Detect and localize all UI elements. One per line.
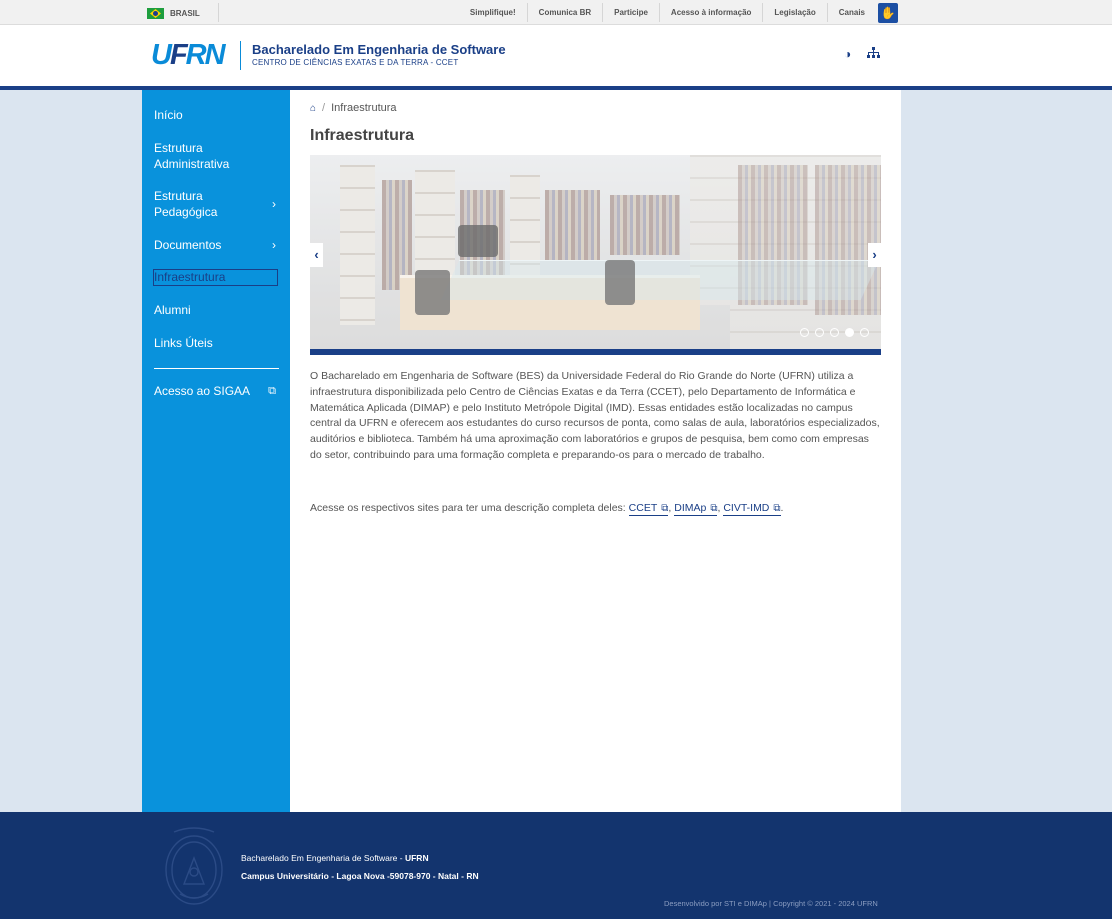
footer-ufrn: UFRN	[404, 853, 429, 863]
gov-link-simplifique[interactable]: Simplifique!	[459, 3, 527, 22]
carousel-dot-active[interactable]	[845, 328, 854, 337]
links-intro: Acesse os respectivos sites para ter uma…	[310, 502, 626, 514]
sidebar-item-label: Acesso ao SIGAA	[154, 384, 251, 398]
chevron-right-icon: ›	[272, 197, 276, 211]
sidebar-nav: Início Estrutura Administrativa Estrutur…	[142, 90, 290, 812]
brasil-label: BRASIL	[170, 9, 200, 18]
gov-link-acesso-informacao[interactable]: Acesso à informação	[658, 3, 762, 22]
sidebar-item-documentos[interactable]: Documentos ›	[154, 237, 278, 253]
sidebar-item-estrutura-administrativa[interactable]: Estrutura Administrativa	[154, 140, 244, 172]
sidebar-item-label: Alumni	[154, 303, 191, 317]
body-paragraph: O Bacharelado em Engenharia de Software …	[310, 370, 880, 461]
gov-divider	[218, 3, 219, 22]
sidebar-item-links-uteis[interactable]: Links Úteis	[154, 335, 278, 351]
contrast-icon[interactable]: ◑	[844, 47, 851, 61]
chevron-right-icon: ›	[272, 238, 276, 252]
link-civt-imd[interactable]: CIVT-IMD ⧉	[723, 502, 781, 516]
library-photo	[310, 155, 881, 349]
sidebar-divider	[154, 368, 279, 369]
link-ccet-label: CCET	[628, 502, 658, 514]
carousel-prev-button[interactable]: ‹	[310, 243, 323, 267]
main-content: ⌂ / Infraestrutura Infraestrutura ‹ › O …	[290, 90, 901, 812]
link-dimap-label: DIMAp	[674, 502, 707, 514]
footer-program-name: Bacharelado Em Engenharia de Software -	[241, 853, 405, 863]
carousel-bar	[310, 349, 881, 355]
brasil-link[interactable]: BRASIL	[147, 8, 200, 19]
sidebar-item-inicio[interactable]: Início	[154, 107, 278, 123]
sidebar-item-sigaa[interactable]: Acesso ao SIGAA ⧉	[154, 383, 278, 399]
link-separator: ,	[717, 502, 721, 514]
external-link-icon: ⧉	[773, 503, 781, 514]
logo-letter-f: F	[169, 39, 188, 71]
footer-address: Campus Universitário - Lagoa Nova -59078…	[241, 871, 479, 881]
link-period: .	[780, 502, 784, 514]
sidebar-item-infraestrutura[interactable]: Infraestrutura	[153, 269, 278, 286]
brazil-flag-icon	[147, 8, 164, 19]
sidebar-item-label: Estrutura Administrativa	[154, 141, 230, 171]
sidebar-item-label: Estrutura Pedagógica	[154, 189, 218, 219]
footer-copyright: Desenvolvido por STI e DIMAp | Copyright…	[664, 899, 878, 908]
link-dimap[interactable]: DIMAp ⧉	[674, 502, 718, 516]
sidebar-item-label: Links Úteis	[154, 336, 213, 350]
carousel-dot[interactable]	[830, 328, 839, 337]
site-footer: Bacharelado Em Engenharia de Software - …	[0, 812, 1112, 919]
carousel-dot[interactable]	[815, 328, 824, 337]
sitemap-icon[interactable]	[867, 47, 880, 61]
gov-bar: BRASIL Simplifique! Comunica BR Particip…	[0, 0, 1112, 25]
link-civt-imd-label: CIVT-IMD	[723, 502, 770, 514]
external-link-icon: ⧉	[268, 385, 276, 397]
sidebar-item-alumni[interactable]: Alumni	[154, 302, 278, 318]
home-icon[interactable]: ⌂	[310, 103, 316, 114]
logo-letters-rn: RN	[185, 39, 226, 71]
link-separator: ,	[668, 502, 672, 514]
site-title[interactable]: Bacharelado Em Engenharia de Software	[252, 42, 506, 57]
gov-link-comunica[interactable]: Comunica BR	[526, 3, 602, 22]
hand-sign-icon[interactable]: ✋	[878, 3, 898, 23]
ufrn-seal-icon	[165, 827, 223, 905]
site-header: UFRN Bacharelado Em Engenharia de Softwa…	[0, 25, 1112, 90]
gov-link-canais[interactable]: Canais	[826, 3, 876, 22]
image-carousel: ‹ ›	[310, 155, 881, 355]
sidebar-item-estrutura-pedagogica[interactable]: Estrutura Pedagógica ›	[154, 188, 278, 220]
carousel-dot[interactable]	[860, 328, 869, 337]
site-subtitle: CENTRO DE CIÊNCIAS EXATAS E DA TERRA - C…	[252, 58, 459, 67]
sidebar-item-label: Documentos	[154, 238, 222, 252]
sidebar-item-label: Início	[154, 108, 183, 122]
logo-divider	[240, 41, 241, 70]
page-title: Infraestrutura	[310, 127, 415, 144]
footer-program: Bacharelado Em Engenharia de Software - …	[241, 853, 429, 863]
carousel-dot[interactable]	[800, 328, 809, 337]
gov-links: Simplifique! Comunica BR Participe Acess…	[459, 3, 876, 22]
breadcrumb: ⌂ / Infraestrutura	[310, 102, 397, 114]
link-ccet[interactable]: CCET ⧉	[628, 502, 669, 516]
links-line: Acesse os respectivos sites para ter uma…	[310, 502, 784, 516]
gov-link-legislacao[interactable]: Legislação	[762, 3, 826, 22]
carousel-indicators	[800, 328, 869, 337]
sidebar-item-label: Infraestrutura	[154, 270, 226, 284]
gov-link-participe[interactable]: Participe	[602, 3, 659, 22]
breadcrumb-current: Infraestrutura	[331, 102, 397, 114]
breadcrumb-separator: /	[322, 102, 326, 114]
ufrn-logo[interactable]: UFRN	[151, 39, 226, 71]
carousel-next-button[interactable]: ›	[868, 243, 881, 267]
logo-letter-u: U	[151, 39, 172, 71]
